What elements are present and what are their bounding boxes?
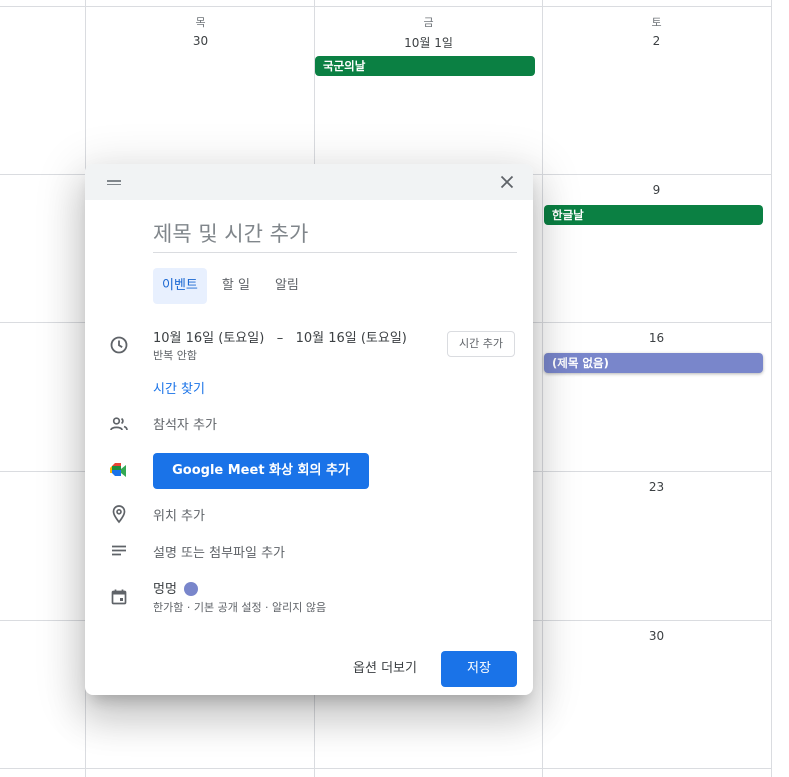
add-location-field[interactable]: 위치 추가: [153, 505, 205, 524]
grid-divider: [771, 0, 772, 777]
notes-icon: [112, 545, 126, 556]
clock-icon: [110, 336, 128, 354]
date-number[interactable]: 23: [543, 480, 770, 494]
people-icon: [110, 417, 128, 431]
location-pin-icon: [112, 505, 126, 524]
date-number[interactable]: 30: [87, 34, 314, 48]
close-icon: [500, 175, 514, 189]
google-meet-icon: [110, 463, 126, 477]
calendar-selector[interactable]: 멍멍: [153, 578, 198, 597]
more-options-button[interactable]: 옵션 더보기: [338, 651, 432, 687]
grid-divider: [0, 768, 771, 769]
recurrence-dropdown[interactable]: 반복 안함: [153, 347, 197, 363]
event-date-range[interactable]: 10월 16일 (토요일) – 10월 16일 (토요일): [153, 327, 407, 346]
event-type-tabs: 이벤트 할 일 알림: [153, 268, 307, 304]
close-button[interactable]: [493, 170, 521, 194]
event-title-input[interactable]: [153, 216, 517, 253]
calendar-name: 멍멍: [153, 582, 177, 597]
dialog-header[interactable]: [85, 164, 533, 200]
calendar-icon: [111, 589, 127, 605]
grid-divider: [542, 0, 543, 777]
day-header-thu: 목: [195, 16, 206, 29]
tab-task[interactable]: 할 일: [214, 268, 258, 304]
tab-event[interactable]: 이벤트: [153, 268, 207, 304]
calendar-settings-summary[interactable]: 한가함 · 기본 공개 설정 · 알리지 않음: [153, 599, 326, 615]
quick-event-dialog: 이벤트 할 일 알림 10월 16일 (토요일) – 10월 16일 (토요일)…: [85, 164, 533, 695]
add-time-button[interactable]: 시간 추가: [447, 331, 515, 357]
event-chip-untitled[interactable]: (제목 없음): [544, 353, 763, 373]
day-header-sat: 토: [651, 16, 662, 29]
event-chip-armed-forces-day[interactable]: 국군의날: [315, 56, 535, 76]
date-number[interactable]: 30: [543, 629, 770, 643]
grid-divider: [0, 6, 771, 7]
add-description-field[interactable]: 설명 또는 첨부파일 추가: [153, 542, 285, 561]
day-header-fri: 금: [423, 16, 434, 29]
tab-reminder[interactable]: 알림: [267, 268, 307, 304]
save-button[interactable]: 저장: [441, 651, 517, 687]
event-chip-hangul-day[interactable]: 한글날: [544, 205, 763, 225]
date-number[interactable]: 10월 1일: [315, 34, 542, 51]
add-guests-field[interactable]: 참석자 추가: [153, 414, 217, 433]
date-number[interactable]: 9: [543, 183, 770, 197]
find-time-link[interactable]: 시간 찾기: [153, 378, 205, 397]
calendar-color-dot: [183, 581, 198, 596]
drag-handle-icon[interactable]: [107, 180, 121, 185]
date-number[interactable]: 2: [543, 34, 770, 48]
date-number[interactable]: 16: [543, 331, 770, 345]
add-google-meet-button[interactable]: Google Meet 화상 회의 추가: [153, 453, 369, 489]
